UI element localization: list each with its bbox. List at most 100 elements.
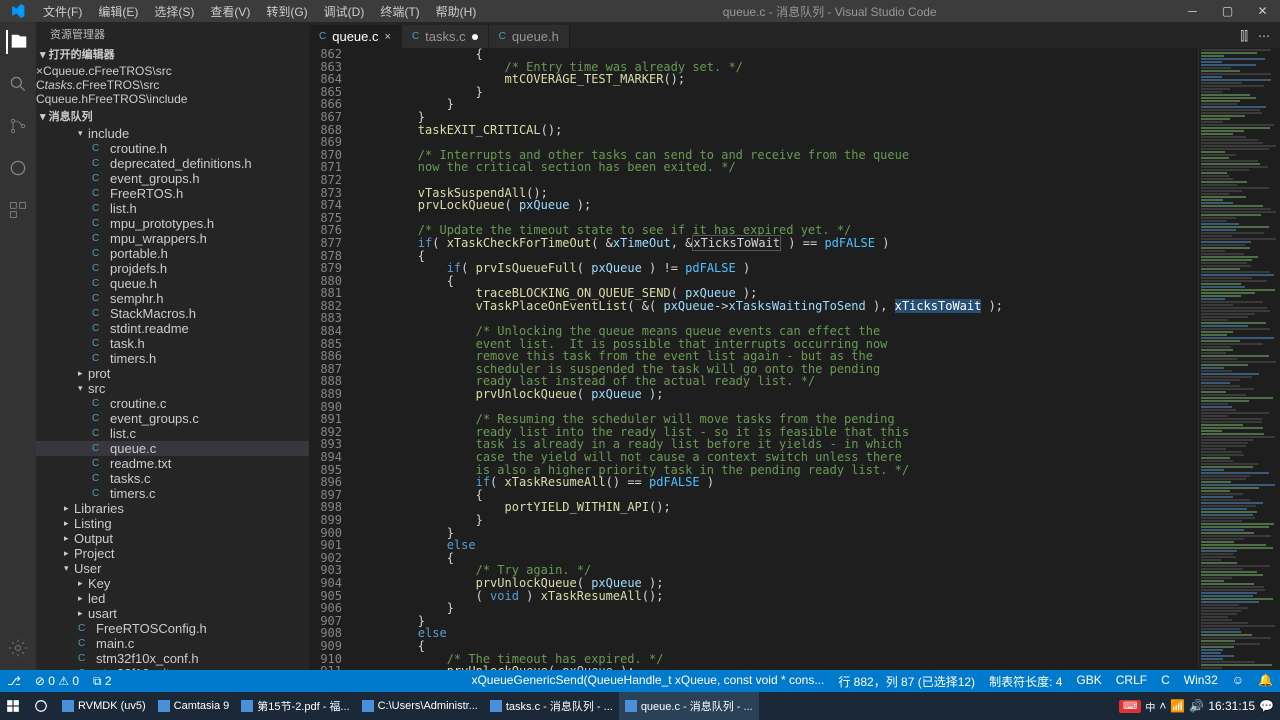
folder-item[interactable]: ▾ User: [36, 561, 309, 576]
folder-item[interactable]: ▾ src: [36, 381, 309, 396]
menu-item[interactable]: 调试(D): [316, 3, 373, 20]
folder-item[interactable]: ▸ usart: [36, 606, 309, 621]
status-item[interactable]: GBK: [1069, 673, 1108, 690]
titlebar: 文件(F)编辑(E)选择(S)查看(V)转到(G)调试(D)终端(T)帮助(H)…: [0, 0, 1280, 22]
file-item[interactable]: Clist.c: [36, 426, 309, 441]
debug-icon[interactable]: [6, 156, 30, 180]
gear-icon[interactable]: [6, 636, 30, 660]
more-icon[interactable]: ⋯: [1258, 29, 1270, 44]
folder-item[interactable]: ▸ Output: [36, 531, 309, 546]
file-item[interactable]: CFreeRTOSConfig.h: [36, 621, 309, 636]
taskbar-item[interactable]: RVMDK (uv5): [56, 692, 152, 720]
project-header[interactable]: ▾ 消息队列: [36, 106, 309, 126]
explorer-icon[interactable]: [6, 30, 30, 54]
split-icon[interactable]: ⫿⫿: [1240, 29, 1248, 44]
tray-ime-icon[interactable]: ⌨: [1119, 700, 1141, 713]
file-item[interactable]: Creadme.txt: [36, 456, 309, 471]
file-item[interactable]: Cmpu_prototypes.h: [36, 216, 309, 231]
cortana-icon[interactable]: [28, 692, 54, 720]
file-item[interactable]: CStackMacros.h: [36, 306, 309, 321]
file-item[interactable]: Ctimers.h: [36, 351, 309, 366]
status-item[interactable]: CRLF: [1109, 673, 1154, 690]
file-item[interactable]: Ccroutine.c: [36, 396, 309, 411]
statusbar: ⎇⊘ 0 ⚠ 0⧉ 2 xQueueGenericSend(QueueHandl…: [0, 670, 1280, 692]
open-editors-header[interactable]: ▾ 打开的编辑器: [36, 44, 309, 64]
status-item[interactable]: 制表符长度: 4: [982, 673, 1069, 690]
source-control-icon[interactable]: [6, 114, 30, 138]
file-item[interactable]: Clist.h: [36, 201, 309, 216]
code-editor[interactable]: { /* Entry time was already set. */ mtCO…: [354, 48, 1198, 670]
menu-item[interactable]: 终端(T): [372, 3, 427, 20]
notifications-icon[interactable]: 💬: [1259, 699, 1274, 713]
close-icon[interactable]: ✕: [1245, 0, 1280, 22]
status-item[interactable]: C: [1154, 673, 1177, 690]
tray-up-icon[interactable]: ˄: [1159, 699, 1166, 713]
activitybar: [0, 22, 36, 670]
folder-item[interactable]: ▸ prot: [36, 366, 309, 381]
file-item[interactable]: Cevent_groups.c: [36, 411, 309, 426]
status-item[interactable]: ⧉ 2: [86, 674, 119, 689]
menu-item[interactable]: 编辑(E): [90, 3, 146, 20]
taskbar-item[interactable]: tasks.c - 消息队列 - ...: [484, 692, 619, 720]
file-item[interactable]: Cmain.c: [36, 636, 309, 651]
editor-tab[interactable]: Ctasks.c: [402, 25, 489, 48]
file-item[interactable]: Cqueue.c: [36, 441, 309, 456]
taskbar-item[interactable]: 第15节-2.pdf - 福...: [235, 692, 355, 720]
file-item[interactable]: Ccroutine.h: [36, 141, 309, 156]
menu-item[interactable]: 选择(S): [146, 3, 202, 20]
tray-net-icon[interactable]: 📶: [1170, 699, 1185, 713]
menu-item[interactable]: 帮助(H): [428, 3, 485, 20]
folder-item[interactable]: ▸ Listing: [36, 516, 309, 531]
vscode-logo-icon: [0, 4, 35, 18]
file-tree: ▾ includeCcroutine.hCdeprecated_definiti…: [36, 126, 309, 670]
editor-tab[interactable]: Cqueue.h: [489, 25, 570, 48]
start-icon[interactable]: [0, 692, 26, 720]
file-item[interactable]: Ctasks.c: [36, 471, 309, 486]
menu-item[interactable]: 文件(F): [35, 3, 90, 20]
editor-tab[interactable]: Cqueue.c×: [309, 25, 402, 48]
file-item[interactable]: Cevent_groups.h: [36, 171, 309, 186]
status-item[interactable]: ☺: [1225, 673, 1251, 690]
extensions-icon[interactable]: [6, 198, 30, 222]
folder-item[interactable]: ▸ Key: [36, 576, 309, 591]
minimap[interactable]: [1198, 48, 1280, 670]
taskbar-item[interactable]: C:\Users\Administr...: [356, 692, 484, 720]
file-item[interactable]: Cmpu_wrappers.h: [36, 231, 309, 246]
menu-item[interactable]: 转到(G): [258, 3, 315, 20]
taskbar-time[interactable]: 16:31:15: [1208, 699, 1255, 713]
file-item[interactable]: Cportable.h: [36, 246, 309, 261]
status-item[interactable]: Win32: [1177, 673, 1225, 690]
status-item[interactable]: 🔔: [1251, 673, 1280, 690]
sidebar: 资源管理器 ▾ 打开的编辑器 ×Cqueue.cFreeTROS\srcCtas…: [36, 22, 309, 670]
tray-lang-icon[interactable]: 中: [1145, 699, 1155, 714]
open-editor-item[interactable]: ×Cqueue.cFreeTROS\src: [36, 64, 309, 78]
file-item[interactable]: Csemphr.h: [36, 291, 309, 306]
file-item[interactable]: Cdeprecated_definitions.h: [36, 156, 309, 171]
open-editor-item[interactable]: Cqueue.hFreeTROS\include: [36, 92, 309, 106]
folder-item[interactable]: ▸ led: [36, 591, 309, 606]
folder-item[interactable]: ▾ include: [36, 126, 309, 141]
folder-item[interactable]: ▸ Libraries: [36, 501, 309, 516]
menu-item[interactable]: 查看(V): [202, 3, 258, 20]
taskbar-item[interactable]: Camtasia 9: [152, 692, 236, 720]
windows-taskbar: RVMDK (uv5)Camtasia 9第15节-2.pdf - 福...C:…: [0, 692, 1280, 720]
file-item[interactable]: Ctimers.c: [36, 486, 309, 501]
file-item[interactable]: Cprojdefs.h: [36, 261, 309, 276]
file-item[interactable]: Cstdint.readme: [36, 321, 309, 336]
folder-item[interactable]: ▸ Project: [36, 546, 309, 561]
min-icon[interactable]: ─: [1175, 0, 1210, 22]
tray-vol-icon[interactable]: 🔊: [1189, 699, 1204, 713]
file-item[interactable]: Cqueue.h: [36, 276, 309, 291]
max-icon[interactable]: ▢: [1210, 0, 1245, 22]
file-item[interactable]: CFreeRTOS.h: [36, 186, 309, 201]
breadcrumb[interactable]: xQueueGenericSend(QueueHandle_t xQueue, …: [464, 673, 831, 690]
status-item[interactable]: ⊘ 0 ⚠ 0: [28, 674, 86, 689]
open-editor-item[interactable]: Ctasks.cFreeTROS\src: [36, 78, 309, 92]
file-item[interactable]: Ctask.h: [36, 336, 309, 351]
search-icon[interactable]: [6, 72, 30, 96]
taskbar-item[interactable]: queue.c - 消息队列 - ...: [619, 692, 759, 720]
status-item[interactable]: ⎇: [0, 674, 28, 689]
editor-area: Cqueue.c×Ctasks.cCqueue.h⫿⫿⋯ 862 863 864…: [309, 22, 1280, 670]
file-item[interactable]: Cstm32f10x_conf.h: [36, 651, 309, 666]
status-item[interactable]: 行 882，列 87 (已选择12): [831, 673, 982, 690]
